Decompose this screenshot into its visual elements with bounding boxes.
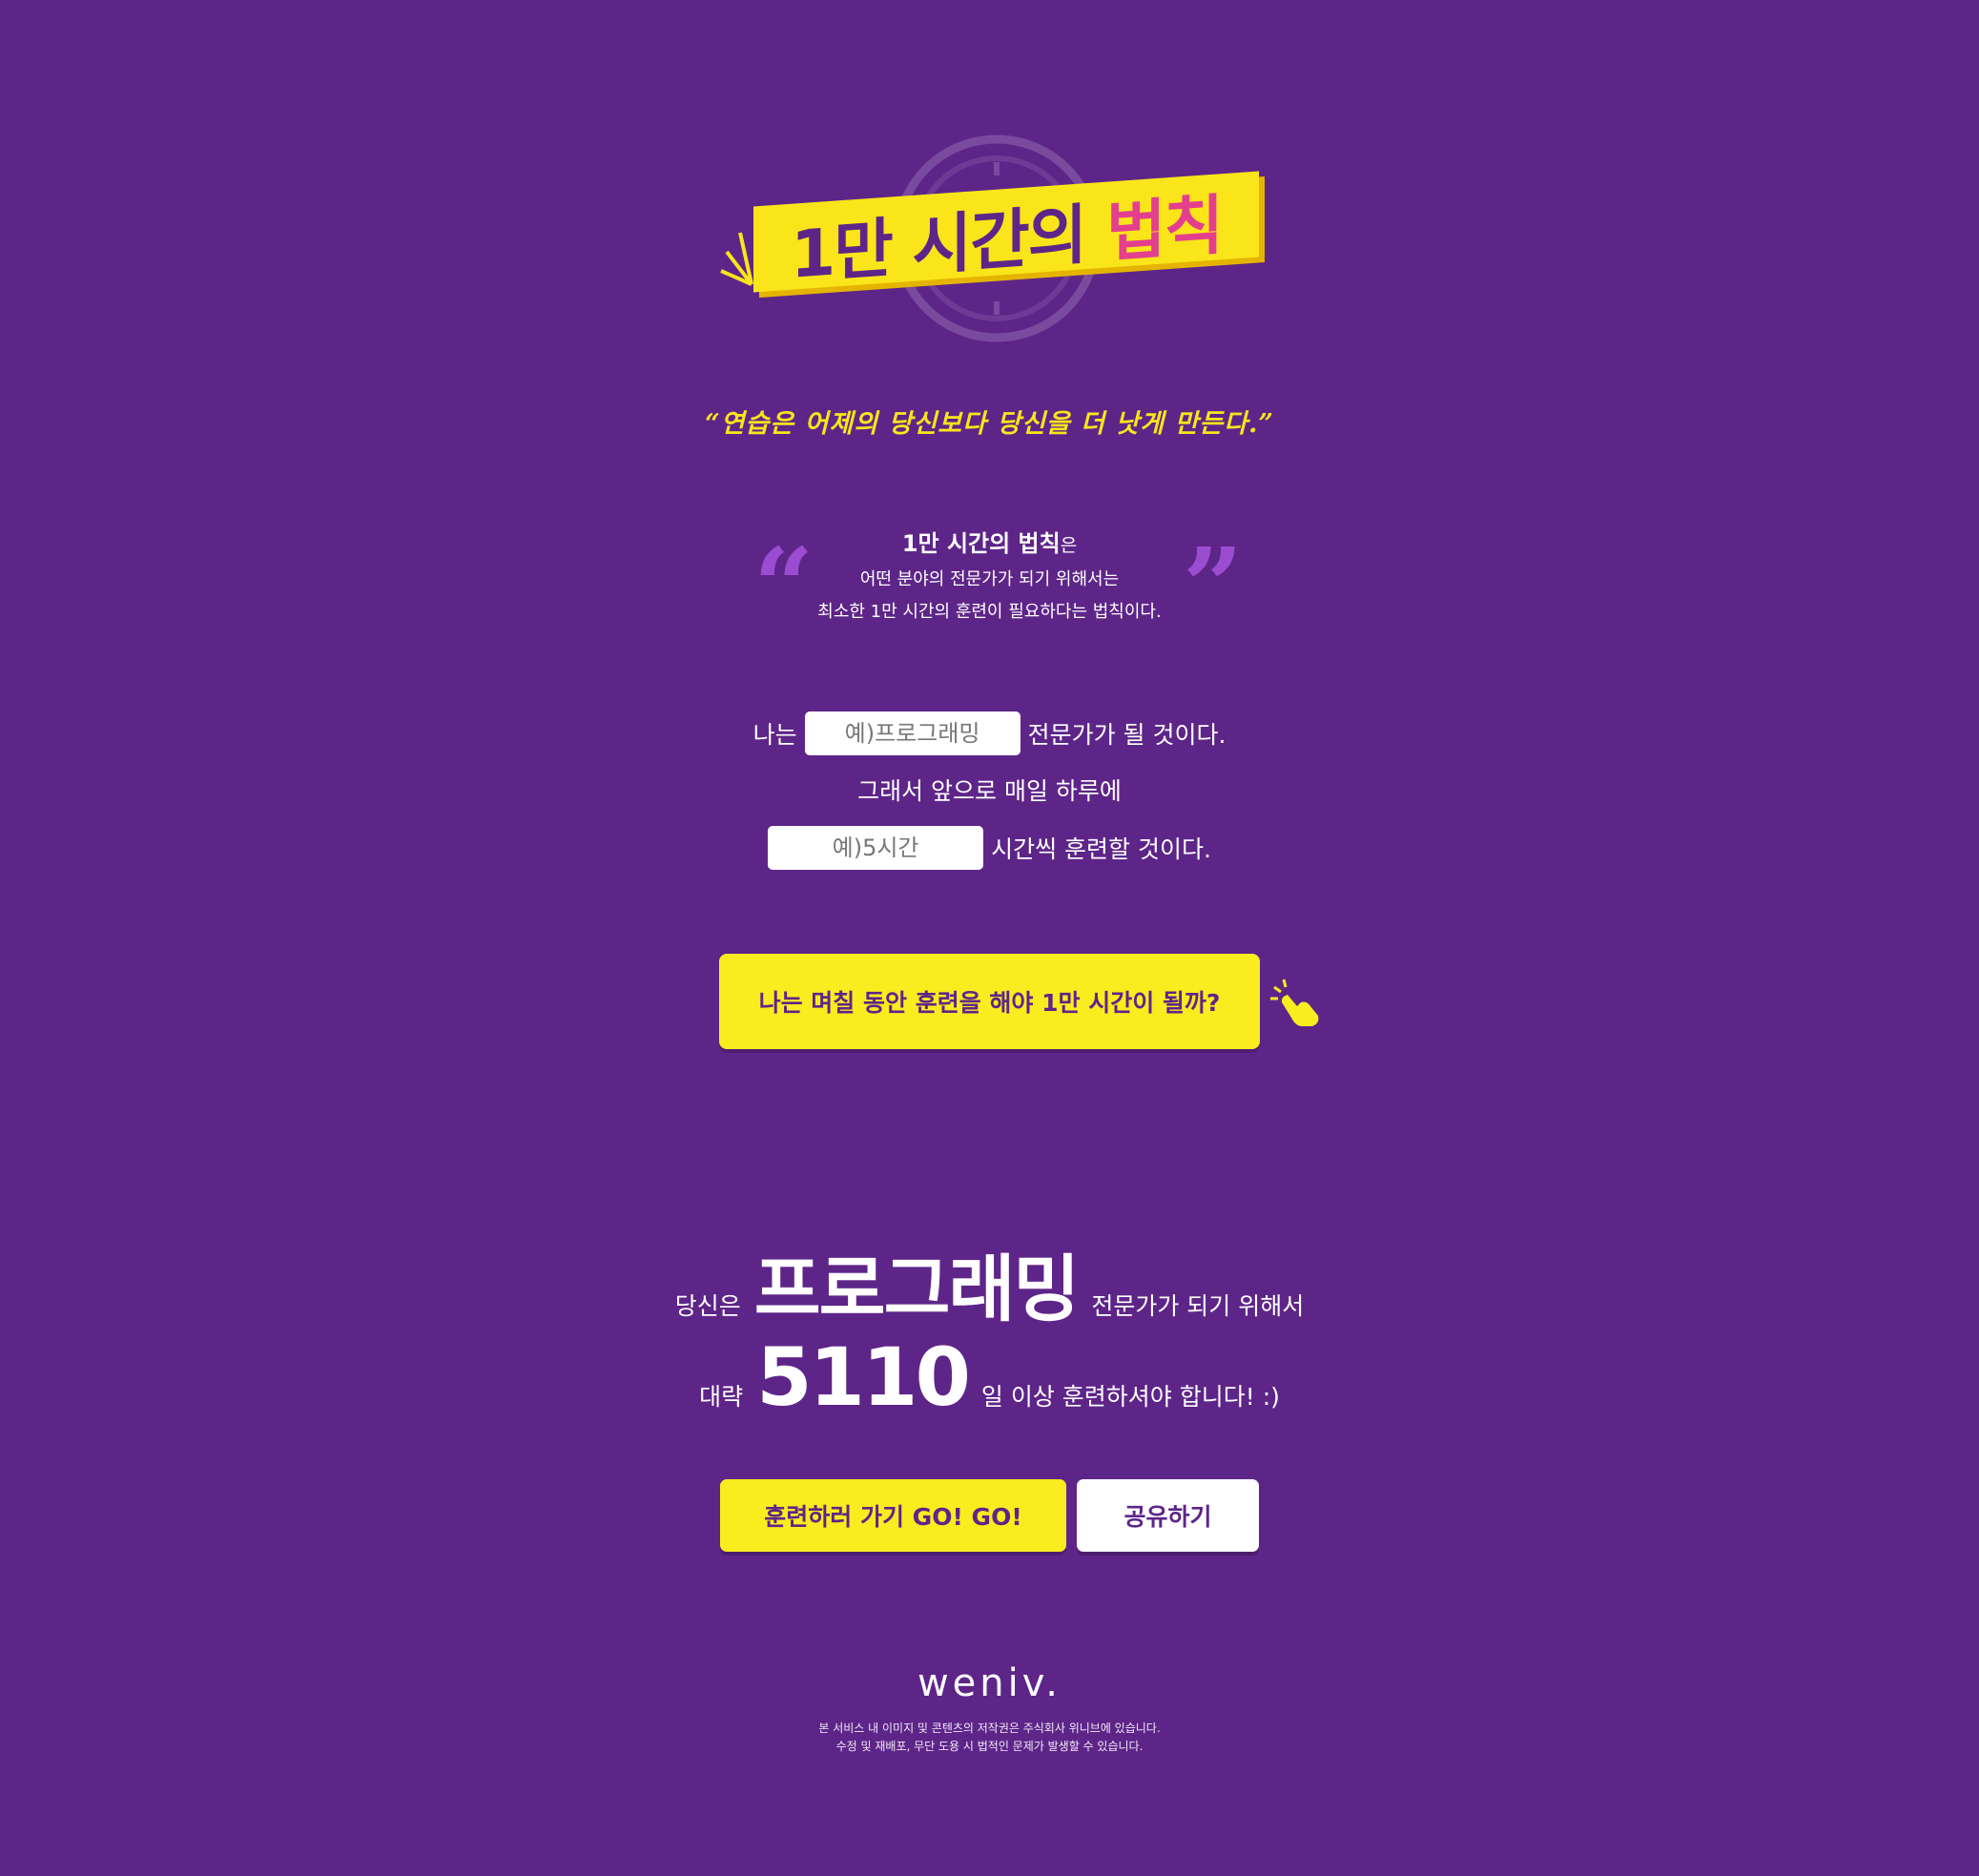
- definition-block: 1만 시간의 법칙은 어떤 분야의 전문가가 되기 위해서는 최소한 1만 시간…: [0, 525, 1979, 623]
- result-line-1: 당신은 프로그래밍 전문가가 되기 위해서: [0, 1230, 1979, 1335]
- result-approx: 대략: [699, 1383, 744, 1411]
- hours-input[interactable]: [768, 826, 984, 870]
- copyright-notice: 본 서비스 내 이미지 및 콘텐츠의 저작권은 주식회사 위니브에 있습니다. …: [0, 1720, 1979, 1756]
- definition-title: 1만 시간의 법칙은: [0, 525, 1979, 558]
- result-field: 프로그래밍: [753, 1247, 1081, 1331]
- result-field-suffix: 전문가가 되기 위해서: [1091, 1292, 1305, 1320]
- burst-lines-icon: [720, 232, 753, 286]
- pointing-hand-icon: [1270, 979, 1319, 1026]
- definition-line-2: 최소한 1만 시간의 훈련이 필요하다는 법칙이다.: [817, 602, 1162, 622]
- hours-row: 시간씩 훈련할 것이다.: [0, 826, 1979, 870]
- page: 1만 시간의 법칙 “연습은 어제의 당신보다 당신을 더 낫게 만든다.” “…: [0, 0, 1979, 1876]
- page-title: 1만 시간의 법칙: [753, 173, 1259, 294]
- hours-suffix: 시간씩 훈련할 것이다.: [991, 835, 1211, 863]
- motto: “연습은 어제의 당신보다 당신을 더 낫게 만든다.”: [705, 409, 1274, 439]
- go-training-button[interactable]: 훈련하러 가기 GO! GO!: [720, 1479, 1066, 1552]
- result-days: 5110: [756, 1330, 971, 1424]
- middle-row: 그래서 앞으로 매일 하루에: [0, 773, 1979, 807]
- calculate-button[interactable]: 나는 며칠 동안 훈련을 해야 1만 시간이 될까?: [719, 954, 1260, 1049]
- field-row: 나는 전문가가 될 것이다.: [0, 711, 1979, 755]
- middle-text: 그래서 앞으로 매일 하루에: [857, 777, 1122, 805]
- definition-title-suffix: 은: [1060, 535, 1078, 556]
- definition-line-1: 어떤 분야의 전문가가 되기 위해서는: [859, 569, 1120, 589]
- copyright-line-2: 수정 및 재배포, 무단 도용 시 법적인 문제가 발생할 수 있습니다.: [835, 1740, 1144, 1753]
- copyright-line-1: 본 서비스 내 이미지 및 콘텐츠의 저작권은 주식회사 위니브에 있습니다.: [818, 1721, 1161, 1735]
- title-accent: 법칙: [1105, 187, 1223, 272]
- definition-title-text: 1만 시간의 법칙: [901, 530, 1061, 557]
- result-line-2: 대략 5110 일 이상 훈련하셔야 합니다! :): [0, 1330, 1979, 1424]
- field-suffix: 전문가가 될 것이다.: [1027, 721, 1227, 749]
- field-input[interactable]: [804, 711, 1020, 755]
- result-days-suffix: 일 이상 훈련하셔야 합니다! :): [980, 1383, 1280, 1411]
- field-prefix: 나는: [752, 721, 797, 749]
- share-button[interactable]: 공유하기: [1077, 1479, 1259, 1552]
- result-prefix: 당신은: [674, 1292, 741, 1320]
- weniv-logo: weniv.: [917, 1661, 1062, 1705]
